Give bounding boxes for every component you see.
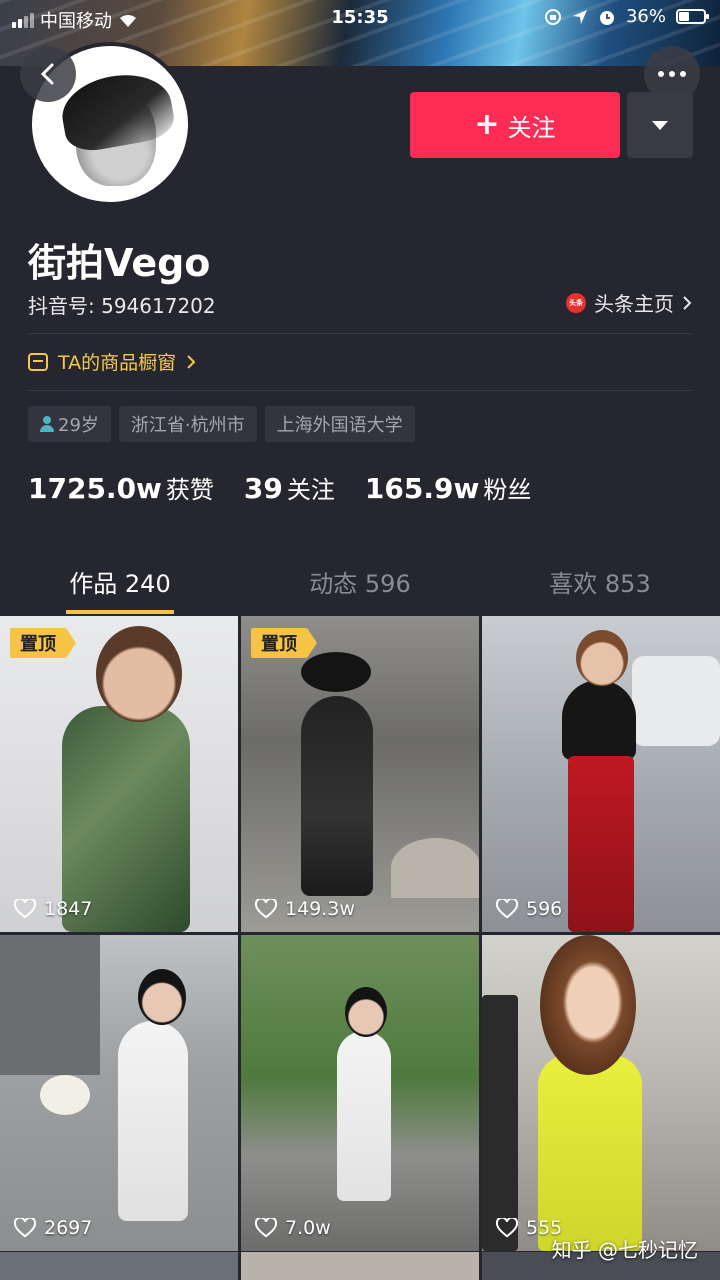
like-count-value: 7.0w [285, 1217, 331, 1239]
shop-label: TA的商品橱窗 [58, 352, 177, 374]
stat-label: 关注 [286, 476, 335, 504]
location-icon [572, 9, 587, 24]
heart-icon [14, 1218, 36, 1238]
shopping-bag-icon [28, 352, 48, 371]
like-count: 596 [496, 898, 562, 920]
school-tag: 上海外国语大学 [264, 406, 415, 442]
like-count: 149.3w [255, 898, 355, 920]
video-grid: 置顶 1847 置顶 149.3w 596 2697 7.0w 555 [0, 616, 720, 1251]
more-button[interactable] [644, 46, 700, 102]
video-thumbnail[interactable]: 555 [482, 935, 720, 1251]
chevron-right-icon [683, 295, 692, 310]
chevron-right-icon [187, 354, 196, 369]
content-tabs: 作品 240 动态 596 喜欢 853 [0, 548, 720, 614]
caret-down-icon [652, 120, 668, 130]
like-count-value: 2697 [44, 1217, 93, 1239]
like-count-value: 596 [526, 898, 563, 920]
profile-stats: 1725.0w 获赞 39 关注 165.9w 粉丝 [28, 470, 531, 505]
heart-icon [14, 899, 36, 919]
heart-icon [496, 1218, 518, 1238]
shop-window-link[interactable]: TA的商品橱窗 [28, 348, 196, 375]
stat-number: 1725.0w [28, 472, 162, 505]
like-count-value: 149.3w [285, 898, 355, 920]
stat-likes: 1725.0w 获赞 [28, 470, 214, 505]
video-thumbnail[interactable] [0, 1252, 238, 1280]
chevron-left-icon [40, 63, 54, 85]
follow-button[interactable]: + 关注 [410, 92, 620, 158]
divider [28, 333, 692, 334]
stat-following[interactable]: 39 关注 [244, 470, 335, 505]
heart-icon [255, 1218, 277, 1238]
stat-number: 165.9w [364, 472, 480, 505]
tab-dynamics[interactable]: 动态 596 [240, 548, 480, 614]
video-thumbnail[interactable]: 置顶 1847 [0, 616, 238, 932]
profile-tags: 29岁 浙江省·杭州市 上海外国语大学 [28, 406, 415, 442]
follow-label: 关注 [507, 113, 556, 142]
heart-icon [496, 899, 518, 919]
pinned-badge: 置顶 [251, 628, 317, 658]
alarm-icon [599, 10, 614, 25]
video-thumbnail[interactable] [241, 1252, 479, 1280]
more-dots-icon [658, 71, 664, 77]
recommend-dropdown-button[interactable] [627, 92, 693, 158]
tab-likes[interactable]: 喜欢 853 [480, 548, 720, 614]
video-thumbnail[interactable]: 2697 [0, 935, 238, 1251]
toutiao-homepage-link[interactable]: 头条 头条主页 [566, 288, 692, 317]
heart-icon [255, 899, 277, 919]
toutiao-label: 头条主页 [594, 292, 674, 316]
video-thumbnail[interactable]: 置顶 149.3w [241, 616, 479, 932]
video-thumbnail[interactable]: 7.0w [241, 935, 479, 1251]
toutiao-logo-icon: 头条 [566, 292, 586, 313]
profile-name: 街拍Vego [28, 241, 211, 285]
like-count: 2697 [14, 1217, 92, 1239]
age-label: 29岁 [58, 415, 99, 436]
battery-icon [676, 9, 709, 24]
plus-icon: + [474, 107, 500, 142]
pinned-badge: 置顶 [10, 628, 76, 658]
status-right: 36% [544, 6, 709, 27]
like-count: 7.0w [255, 1217, 331, 1239]
douyin-id: 抖音号: 594617202 [28, 294, 216, 318]
stat-label: 粉丝 [483, 476, 532, 504]
watermark: 知乎 @七秒记忆 [551, 1238, 698, 1262]
tab-works[interactable]: 作品 240 [0, 548, 240, 614]
age-tag: 29岁 [28, 406, 111, 442]
status-bar: 中国移动 15:35 36% [0, 0, 720, 36]
battery-percent: 36% [625, 6, 666, 27]
stat-number: 39 [243, 472, 283, 505]
video-thumbnail[interactable]: 596 [482, 616, 720, 932]
stat-followers[interactable]: 165.9w 粉丝 [365, 470, 531, 505]
stat-label: 获赞 [165, 476, 214, 504]
divider [28, 390, 692, 391]
location-tag: 浙江省·杭州市 [118, 406, 257, 442]
back-button[interactable] [20, 46, 76, 102]
person-icon [40, 416, 54, 432]
like-count: 1847 [14, 898, 92, 920]
like-count-value: 1847 [44, 898, 93, 920]
lock-rotation-icon [544, 8, 561, 25]
